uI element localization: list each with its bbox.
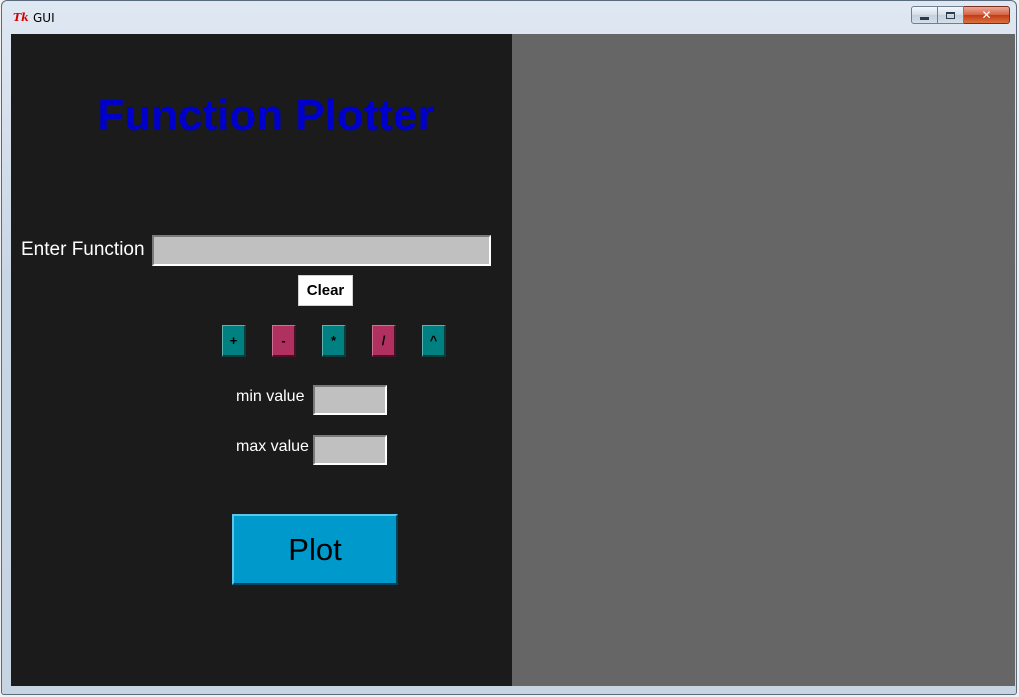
clear-button[interactable]: Clear: [298, 275, 353, 306]
client-area: Function Plotter Enter Function Clear + …: [11, 34, 1015, 686]
function-label: Enter Function: [21, 239, 145, 260]
power-operator-button[interactable]: ^: [422, 325, 446, 357]
window-title: GUI: [33, 11, 55, 25]
minimize-button[interactable]: [911, 6, 938, 24]
plot-canvas: [512, 34, 1015, 686]
divide-operator-button[interactable]: /: [372, 325, 396, 357]
minus-operator-button[interactable]: -: [272, 325, 296, 357]
multiply-operator-button[interactable]: *: [322, 325, 346, 357]
tk-feather-icon: Tk: [13, 11, 29, 24]
min-value-label: min value: [236, 388, 305, 405]
plus-operator-button[interactable]: +: [222, 325, 246, 357]
min-value-input[interactable]: [315, 387, 385, 413]
controls-panel: Function Plotter Enter Function Clear + …: [11, 34, 512, 686]
caption-buttons: ✕: [911, 6, 1010, 26]
close-icon: ✕: [981, 8, 992, 22]
min-value-input-frame: [313, 385, 387, 415]
max-value-input-frame: [313, 435, 387, 465]
maximize-button[interactable]: [938, 6, 964, 24]
function-input-frame: [152, 235, 491, 266]
maximize-icon: [946, 11, 955, 19]
max-value-input[interactable]: [315, 437, 385, 463]
close-button[interactable]: ✕: [964, 6, 1010, 24]
minimize-icon: [920, 17, 929, 20]
max-value-label: max value: [236, 438, 309, 455]
plot-button[interactable]: Plot: [232, 514, 398, 585]
page-title: Function Plotter: [97, 91, 435, 140]
function-input[interactable]: [154, 237, 489, 264]
title-bar[interactable]: Tk GUI ✕: [2, 1, 1016, 33]
app-window: Tk GUI ✕ Function Plotter Enter Function…: [1, 0, 1017, 695]
